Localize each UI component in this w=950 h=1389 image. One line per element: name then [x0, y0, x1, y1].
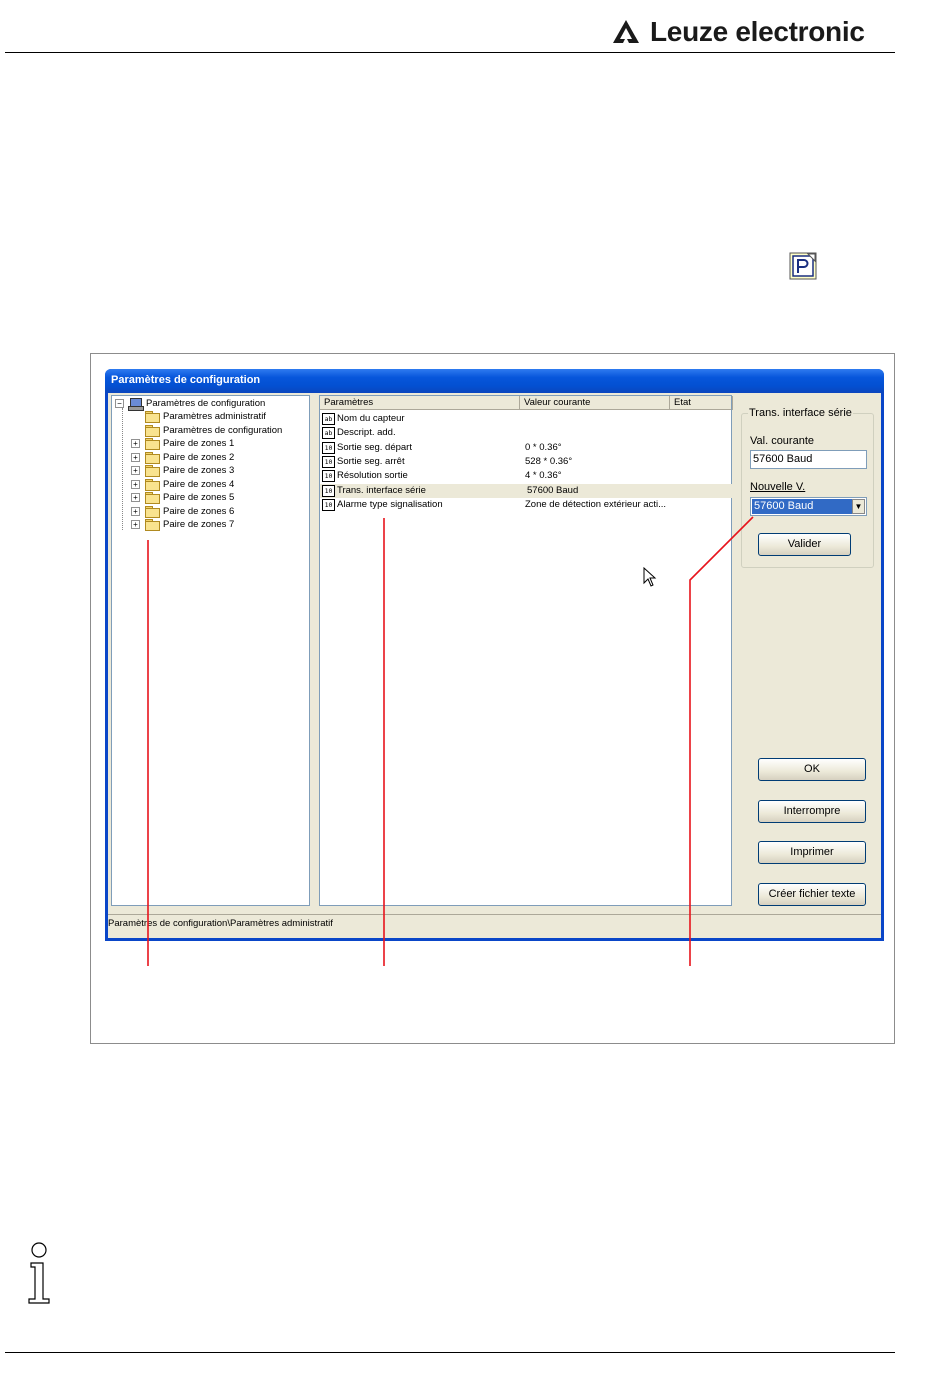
new-value-selected[interactable]: 57600 Baud	[752, 499, 853, 514]
column-header-state[interactable]: Etat	[670, 396, 733, 410]
param-name: Descript. add.	[337, 427, 396, 438]
text-param-icon: ab	[322, 427, 335, 439]
param-name: Sortie seg. départ	[337, 442, 412, 453]
list-row[interactable]: 10 Alarme type signalisation Zone de dét…	[320, 498, 732, 512]
column-header-current-value[interactable]: Valeur courante	[520, 396, 670, 410]
expand-icon[interactable]: +	[131, 480, 140, 489]
header-rule	[5, 52, 895, 53]
param-value: Zone de détection extérieur acti...	[525, 499, 666, 510]
tree-root[interactable]: − Paramètres de configuration	[115, 397, 266, 411]
brand-header: Leuze electronic	[612, 16, 865, 48]
folder-icon	[145, 438, 160, 450]
computer-icon	[128, 397, 144, 411]
current-value-label: Val. courante	[750, 435, 815, 447]
tree-item-label: Paire de zones 4	[163, 479, 235, 490]
folder-icon	[145, 506, 160, 518]
param-name: Résolution sortie	[337, 470, 408, 481]
tree-item-zone-pair-3[interactable]: + Paire de zones 3	[131, 464, 234, 477]
tree-item-zone-pair-6[interactable]: + Paire de zones 6	[131, 505, 234, 518]
tree-item-label: Paramètres de configuration	[163, 425, 283, 436]
footer-rule	[5, 1352, 895, 1353]
tree-item-zone-pair-2[interactable]: + Paire de zones 2	[131, 451, 234, 464]
param-value: 4 * 0.36°	[525, 470, 562, 481]
group-title: Trans. interface série	[748, 407, 853, 419]
collapse-icon[interactable]: −	[115, 399, 124, 408]
new-value-label: Nouvelle V.	[750, 481, 806, 493]
folder-icon	[145, 425, 160, 437]
cancel-button[interactable]: Interrompre	[758, 800, 866, 823]
numeric-param-icon: 10	[322, 470, 335, 482]
status-path: Paramètres de configuration\Paramètres a…	[108, 918, 333, 929]
dialog-body: − Paramètres de configuration Paramètres…	[108, 393, 881, 938]
list-header: Paramètres Valeur courante Etat	[320, 396, 733, 410]
tree-item-zone-pair-5[interactable]: + Paire de zones 5	[131, 491, 234, 504]
folder-icon	[145, 452, 160, 464]
tree-item-label: Paire de zones 6	[163, 506, 235, 517]
dialog-title: Paramètres de configuration	[111, 374, 261, 386]
chevron-down-icon[interactable]: ▼	[852, 499, 865, 514]
expand-icon[interactable]: +	[131, 453, 140, 462]
config-tree[interactable]: − Paramètres de configuration Paramètres…	[111, 395, 310, 906]
tree-item-admin[interactable]: Paramètres administratif	[145, 410, 266, 423]
folder-icon	[145, 479, 160, 491]
list-row-selected[interactable]: 10 Trans. interface série 57600 Baud	[320, 484, 732, 498]
folder-icon	[145, 492, 160, 504]
list-row[interactable]: 10 Sortie seg. arrêt 528 * 0.36°	[320, 455, 732, 469]
expand-icon[interactable]: +	[131, 507, 140, 516]
param-value: 0 * 0.36°	[525, 442, 562, 453]
config-dialog: Paramètres de configuration − Paramètres…	[105, 369, 884, 941]
tree-item-label: Paire de zones 7	[163, 519, 235, 530]
expand-icon[interactable]: +	[131, 466, 140, 475]
numeric-param-icon: 10	[322, 456, 335, 468]
param-name: Alarme type signalisation	[337, 499, 443, 510]
expand-icon[interactable]: +	[131, 493, 140, 502]
param-value: 57600 Baud	[527, 485, 579, 496]
list-row[interactable]: 10 Résolution sortie 4 * 0.36°	[320, 469, 732, 483]
ok-button[interactable]: OK	[758, 758, 866, 781]
tree-item-zone-pair-1[interactable]: + Paire de zones 1	[131, 437, 234, 450]
dialog-titlebar[interactable]: Paramètres de configuration	[105, 369, 884, 393]
tree-root-label: Paramètres de configuration	[146, 398, 266, 409]
numeric-param-icon: 10	[322, 442, 335, 454]
parameter-list[interactable]: Paramètres Valeur courante Etat ab Nom d…	[319, 395, 733, 906]
expand-icon[interactable]: +	[131, 520, 140, 529]
tree-item-configuration[interactable]: Paramètres de configuration	[145, 424, 282, 437]
properties-icon	[789, 252, 817, 280]
tree-item-label: Paire de zones 2	[163, 452, 235, 463]
tree-item-zone-pair-4[interactable]: + Paire de zones 4	[131, 478, 234, 491]
folder-icon	[145, 465, 160, 477]
mouse-cursor-icon	[643, 567, 657, 587]
status-bar: Paramètres de configuration\Paramètres a…	[108, 914, 881, 934]
tree-item-label: Paramètres administratif	[163, 411, 266, 422]
new-value-select[interactable]: 57600 Baud ▼	[750, 497, 867, 516]
numeric-param-icon: 10	[322, 499, 335, 511]
info-icon	[28, 1242, 50, 1304]
validate-button[interactable]: Valider	[758, 533, 851, 556]
column-header-parameters[interactable]: Paramètres	[320, 396, 520, 410]
tree-connector	[122, 408, 123, 530]
param-value: 528 * 0.36°	[525, 456, 573, 467]
param-name: Sortie seg. arrêt	[337, 456, 405, 467]
param-name: Trans. interface série	[337, 485, 426, 496]
text-param-icon: ab	[322, 413, 335, 425]
tree-item-zone-pair-7[interactable]: + Paire de zones 7	[131, 518, 234, 531]
list-row[interactable]: ab Descript. add.	[320, 426, 732, 440]
export-text-button[interactable]: Créer fichier texte	[758, 883, 866, 906]
folder-open-icon	[145, 411, 160, 423]
param-name: Nom du capteur	[337, 413, 405, 424]
leuze-logo-icon	[613, 20, 639, 43]
tree-item-label: Paire de zones 3	[163, 465, 235, 476]
brand-name: Leuze electronic	[650, 16, 865, 47]
tree-item-label: Paire de zones 5	[163, 492, 235, 503]
list-row[interactable]: 10 Sortie seg. départ 0 * 0.36°	[320, 441, 732, 455]
tree-item-label: Paire de zones 1	[163, 438, 235, 449]
expand-icon[interactable]: +	[131, 439, 140, 448]
folder-icon	[145, 519, 160, 531]
print-button[interactable]: Imprimer	[758, 841, 866, 864]
list-row[interactable]: ab Nom du capteur	[320, 412, 732, 426]
numeric-param-icon: 10	[322, 485, 335, 497]
current-value-field[interactable]: 57600 Baud	[750, 450, 867, 469]
